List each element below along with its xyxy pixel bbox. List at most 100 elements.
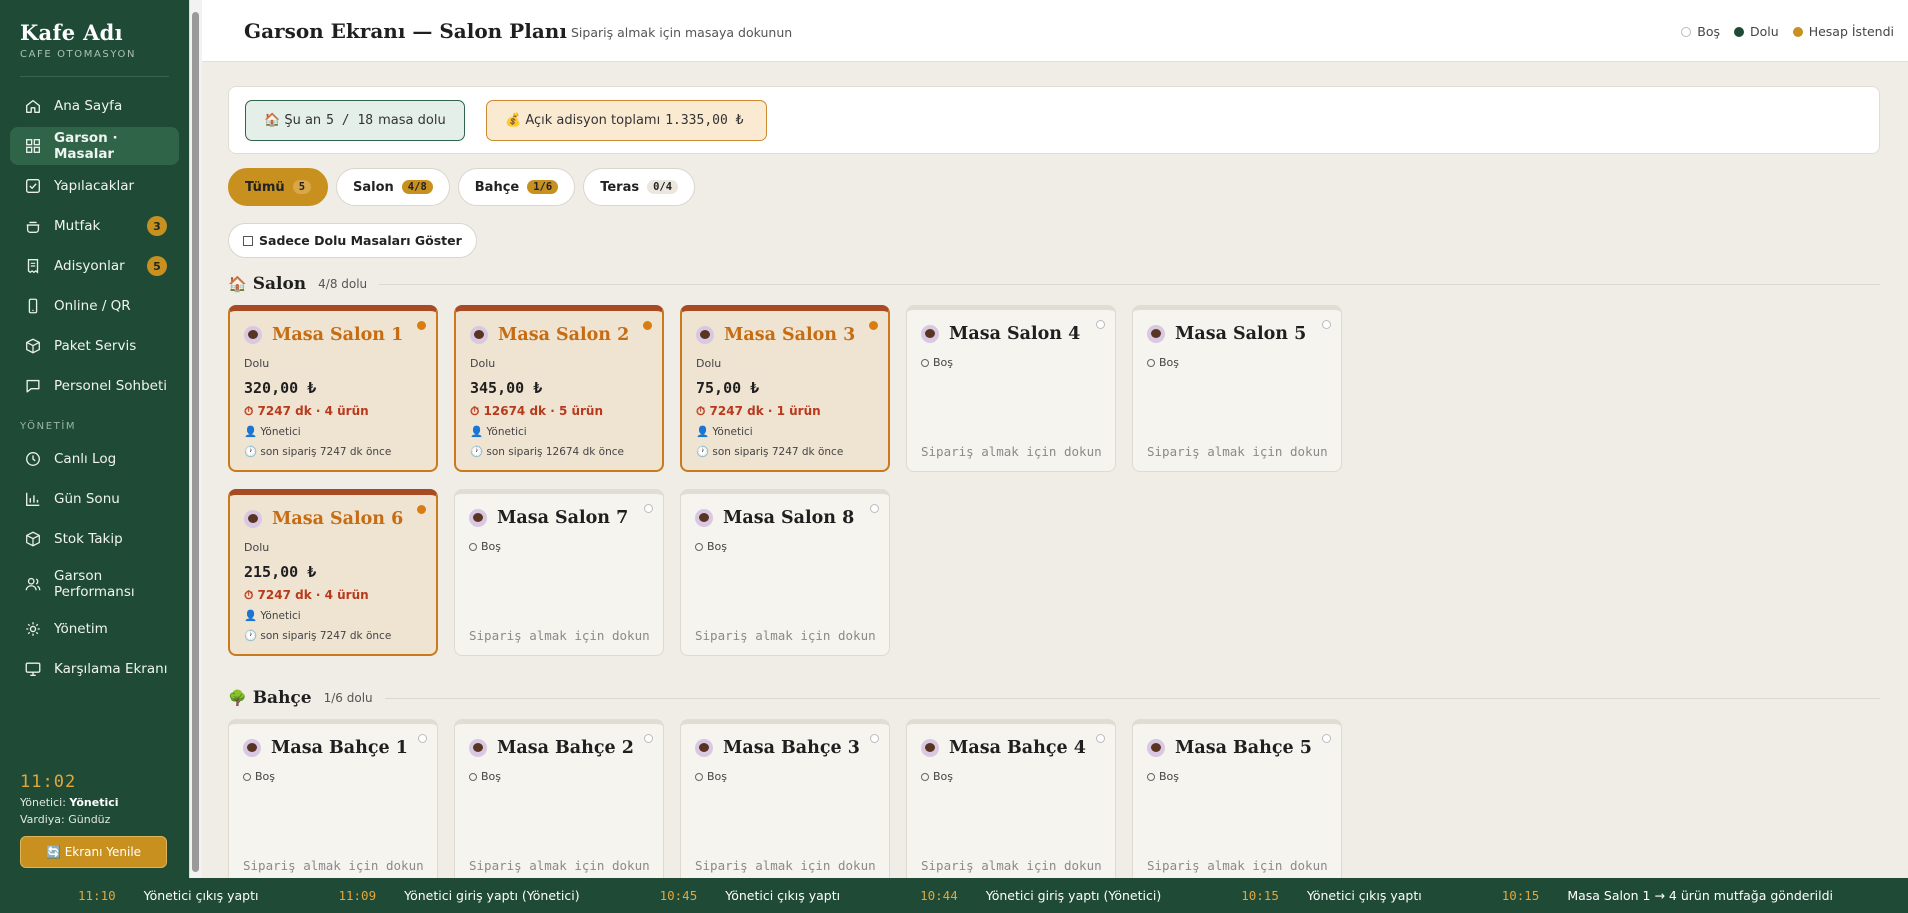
filter-tab-label: Salon [353,179,394,195]
grid-icon [24,137,42,155]
sidebar-item-personel-sohbeti[interactable]: Personel Sohbeti [10,367,179,405]
occupied-value: 5 / 18 [326,113,374,128]
sidebar-item-g-n-sonu[interactable]: Gün Sonu [10,480,179,518]
filter-tab-tümü[interactable]: Tümü 5 [228,168,329,206]
section-divider [379,283,1880,285]
open-bills-value: 1.335,00 ₺ [665,113,744,128]
empty-circle-icon [469,542,477,551]
coffee-cup-icon [469,509,487,527]
tap-hint: Sipariş almak için dokun [921,444,1102,459]
table-amount: 75,00 ₺ [696,379,760,397]
sidebar-scrollbar-thumb[interactable] [192,12,199,872]
table-amount: 215,00 ₺ [244,563,317,581]
sidebar-item-paket-servis[interactable]: Paket Servis [10,327,179,365]
nav-section-label: YÖNETİM [20,421,77,432]
sidebar-item-online-qr[interactable]: Online / QR [10,287,179,325]
section-name: Salon [252,274,307,294]
sidebar-item-mutfak[interactable]: Mutfak 3 [10,207,179,245]
table-state: Dolu [470,357,496,370]
table-state-line: Boş [1147,356,1179,369]
coffee-cup-icon [695,509,713,527]
coffee-cup-icon [244,510,262,528]
filter-tab-count: 1/6 [527,180,559,194]
table-card-header: Masa Bahçe 3 [695,738,860,758]
ticker-time: 10:15 [1241,888,1279,903]
filter-tab-salon[interactable]: Salon 4/8 [336,168,450,206]
table-card-header: Masa Bahçe 4 [921,738,1086,758]
filter-tab-label: Tümü [245,179,285,195]
ticker-text: Masa Salon 1 → 4 ürün mutfağa gönderildi [1567,888,1833,903]
sidebar-item-label: Canlı Log [54,451,117,467]
package-icon [24,337,42,355]
page-title: Garson Ekranı — Salon Planı [244,19,567,43]
sidebar-item-garson-performans[interactable]: Garson Performansı [10,560,179,608]
header: Garson Ekranı — Salon Planı Sipariş alma… [202,0,1908,62]
manager-name: Yönetici [69,796,119,809]
ticker-time: 11:10 [78,888,116,903]
ticker-item: 11:09 Yönetici giriş yaptı (Yönetici) [338,888,579,903]
filter-tab-teras[interactable]: Teras 0/4 [583,168,696,206]
status-dot-icon [1096,320,1105,329]
manager-line: Yönetici: Yönetici [20,796,169,809]
tap-hint: Sipariş almak için dokun [469,628,650,643]
status-dot-icon [870,504,879,513]
table-card[interactable]: Masa Salon 4 Boş Sipariş almak için dokun [906,305,1116,472]
table-state-line: Boş [695,770,727,783]
empty-circle-icon [469,772,477,781]
table-card-header: Masa Salon 7 [469,508,628,528]
ticker-text: Yönetici çıkış yaptı [143,888,259,903]
table-duration: ⏱ 12674 dk · 5 ürün [470,404,604,418]
table-card[interactable]: Masa Salon 6 Dolu 215,00 ₺ ⏱ 7247 dk · 4 ür… [228,489,438,656]
sidebar-item-garson-masalar[interactable]: Garson · Masalar [10,127,179,165]
refresh-screen-button[interactable]: 🔄 Ekranı Yenile [20,836,167,868]
bar-chart-icon [24,490,42,508]
sidebar-item-y-netim[interactable]: Yönetim [10,610,179,648]
table-card[interactable]: Masa Salon 7 Boş Sipariş almak için dokun [454,489,664,656]
table-card[interactable]: Masa Salon 3 Dolu 75,00 ₺ ⏱ 7247 dk · 1 ürü… [680,305,890,472]
table-card[interactable]: Masa Bahçe 3 Boş Sipariş almak için dokun [680,719,890,886]
empty-circle-icon [695,772,703,781]
ticker-time: 10:44 [920,888,958,903]
only-full-toggle[interactable]: Sadece Dolu Masaları Göster [228,223,477,258]
table-card[interactable]: Masa Salon 8 Boş Sipariş almak için dokun [680,489,890,656]
table-card[interactable]: Masa Salon 2 Dolu 345,00 ₺ ⏱ 12674 dk · 5 ü… [454,305,664,472]
table-card[interactable]: Masa Salon 5 Boş Sipariş almak için dokun [1132,305,1342,472]
filter-tab-bahçe[interactable]: Bahçe 1/6 [457,168,576,206]
legend-item: Dolu [1734,24,1779,39]
tap-hint: Sipariş almak için dokun [921,858,1102,873]
sidebar-item-ana-sayfa[interactable]: Ana Sayfa [10,87,179,125]
ticker-item: 10:45 Yönetici çıkış yaptı [660,888,840,903]
legend-label: Boş [1697,24,1721,39]
table-card[interactable]: Masa Salon 1 Dolu 320,00 ₺ ⏱ 7247 dk · 4 ür… [228,305,438,472]
summary-bar: 🏠 Şu an 5 / 18 masa dolu 💰 Açık adisyon … [228,86,1880,154]
sidebar-item-label: Yapılacaklar [54,178,135,194]
table-card[interactable]: Masa Bahçe 4 Boş Sipariş almak için dokun [906,719,1116,886]
sidebar-item-adisyonlar[interactable]: Adisyonlar 5 [10,247,179,285]
table-card[interactable]: Masa Bahçe 1 Boş Sipariş almak için dokun [228,719,438,886]
legend-dot-icon [1792,26,1803,37]
sidebar-item-stok-takip[interactable]: Stok Takip [10,520,179,558]
sidebar-item-canl-log[interactable]: Canlı Log [10,440,179,478]
clock-icon [24,450,42,468]
table-card-header: Masa Salon 3 [696,325,855,345]
status-dot-icon [418,734,427,743]
coffee-cup-icon [696,326,714,344]
status-dot-icon [417,505,426,514]
box-icon [24,530,42,548]
table-card-header: Masa Bahçe 2 [469,738,634,758]
ticker-time: 10:45 [659,888,698,903]
table-card-header: Masa Salon 1 [244,325,403,345]
table-name: Masa Salon 1 [272,325,404,345]
filter-tab-label: Teras [600,179,640,195]
table-name: Masa Salon 2 [498,325,630,345]
sidebar-item-kar-lama-ekran[interactable]: Karşılama Ekranı [10,650,179,688]
open-bills-pill: 💰 Açık adisyon toplamı 1.335,00 ₺ [486,100,768,141]
sidebar-item-yap-lacaklar[interactable]: Yapılacaklar [10,167,179,205]
ticker-text: Yönetici çıkış yaptı [1306,888,1422,903]
occupied-suffix: masa dolu [378,113,446,128]
smartphone-icon [24,297,42,315]
table-card[interactable]: Masa Bahçe 5 Boş Sipariş almak için dokun [1132,719,1342,886]
status-dot-icon [869,321,878,330]
table-last-order: 🕐 son sipariş 7247 dk önce [244,446,392,458]
table-card[interactable]: Masa Bahçe 2 Boş Sipariş almak için dokun [454,719,664,886]
